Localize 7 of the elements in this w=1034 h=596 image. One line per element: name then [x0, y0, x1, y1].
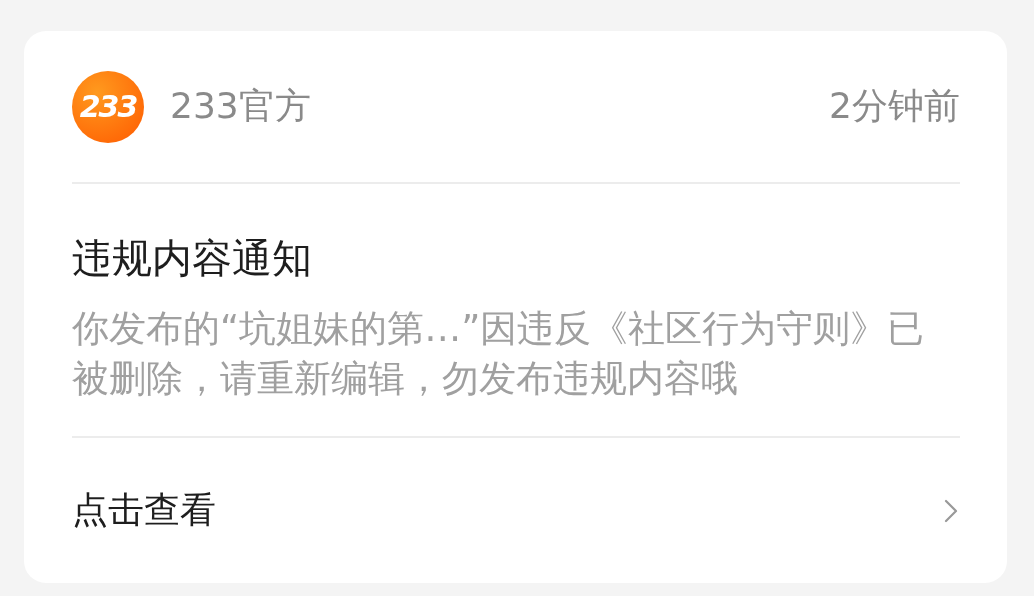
notification-message: 你发布的“坑姐妹的第…”因违反《社区行为守则》已被删除，请重新编辑，勿发布违规内容哦 — [72, 306, 926, 402]
sender-name: 233官方 — [170, 84, 311, 128]
timestamp: 2分钟前 — [829, 84, 960, 128]
notification-title: 违规内容通知 — [72, 234, 313, 283]
sender-logo: 233 — [72, 70, 144, 143]
chevron-right-icon — [944, 498, 958, 523]
view-details-link[interactable]: 点击查看 — [72, 438, 960, 583]
